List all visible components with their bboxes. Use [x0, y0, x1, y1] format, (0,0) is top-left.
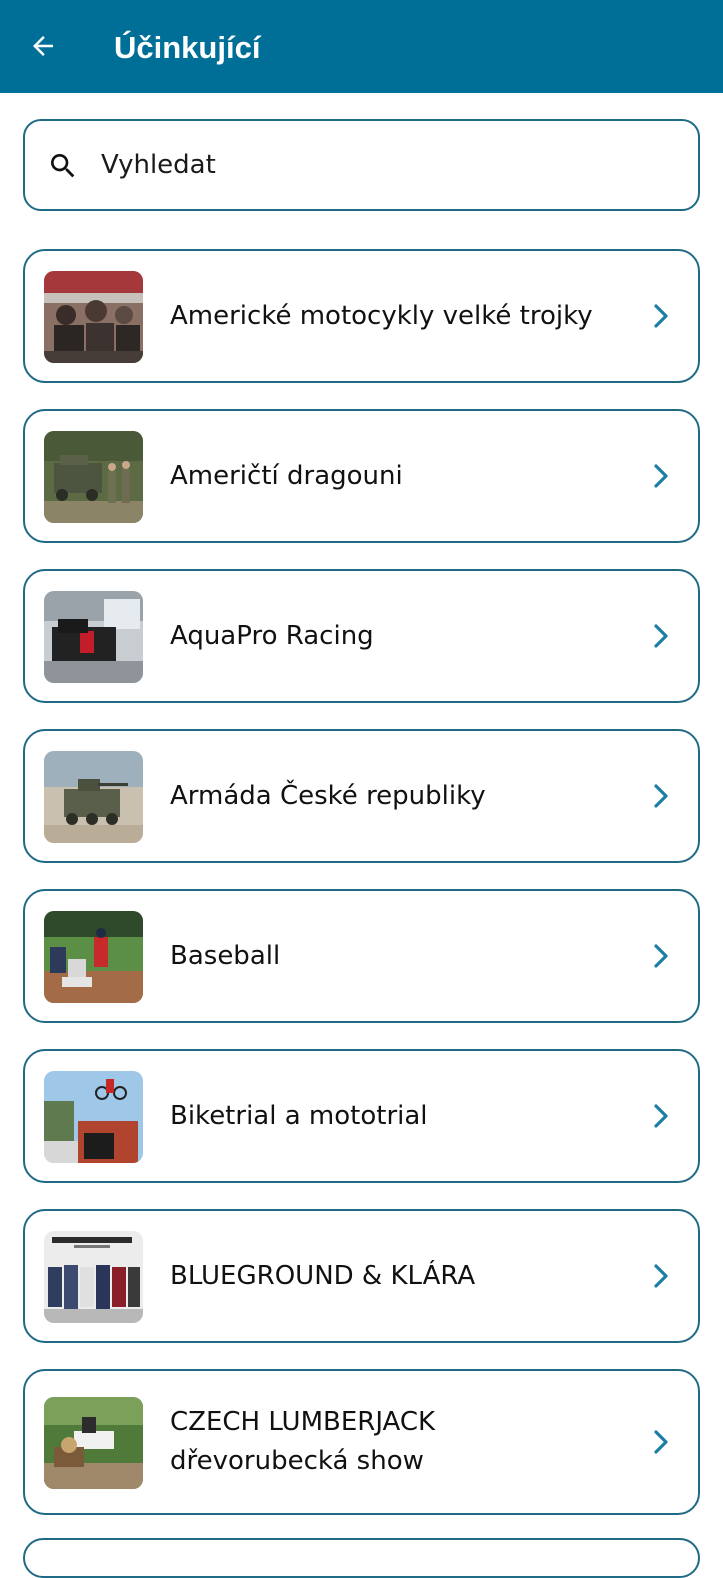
search-icon — [51, 154, 75, 178]
chevron-right-icon — [654, 624, 668, 648]
chevron-right-icon — [654, 1264, 668, 1288]
list-item-label: BLUEGROUND & KLÁRA — [170, 1260, 476, 1291]
list-item[interactable]: Armáda České republiky — [23, 729, 700, 863]
app-bar: Účinkující — [0, 0, 723, 93]
list-item-label: CZECH LUMBERJACK dřevorubecká show — [170, 1407, 436, 1476]
chevron-right-icon — [654, 1104, 668, 1128]
list-item[interactable]: Američtí dragouni — [23, 409, 700, 543]
back-button[interactable] — [24, 27, 62, 65]
chevron-right-icon — [654, 944, 668, 968]
list-item-label: Baseball — [170, 940, 281, 971]
motorcycle-riders-photo — [44, 271, 143, 363]
list-item-label: AquaPro Racing — [170, 620, 374, 651]
list-item-label: Americké motocykly velké trojky — [170, 300, 593, 331]
list-item[interactable]: BLUEGROUND & KLÁRA — [23, 1209, 700, 1343]
lumberjack-show-photo — [44, 1397, 143, 1489]
performer-list: Americké motocykly velké trojky Američtí… — [23, 249, 700, 1541]
chevron-right-icon — [654, 464, 668, 488]
baseball-players-photo — [44, 911, 143, 1003]
chevron-right-icon — [654, 304, 668, 328]
list-item[interactable]: AquaPro Racing — [23, 569, 700, 703]
list-item[interactable]: Americké motocykly velké trojky — [23, 249, 700, 383]
list-item[interactable]: Baseball — [23, 889, 700, 1023]
chevron-right-icon — [654, 784, 668, 808]
list-item[interactable]: Biketrial a mototrial — [23, 1049, 700, 1183]
band-photo — [44, 1231, 143, 1323]
search-box[interactable] — [23, 119, 700, 211]
racing-simulator-photo — [44, 591, 143, 683]
list-item-label: Američtí dragouni — [170, 460, 403, 491]
search-input[interactable] — [101, 141, 661, 189]
list-item[interactable]: CZECH LUMBERJACK dřevorubecká show — [23, 1369, 700, 1515]
page-title: Účinkující — [114, 30, 261, 65]
military-vehicle-soldiers-photo — [44, 431, 143, 523]
chevron-right-icon — [654, 1430, 668, 1454]
list-item-label: Biketrial a mototrial — [170, 1100, 428, 1131]
armored-vehicle-photo — [44, 751, 143, 843]
bike-jump-photo — [44, 1071, 143, 1163]
arrow-left-icon — [33, 36, 53, 56]
list-item-label: Armáda České republiky — [170, 780, 486, 811]
list-item[interactable] — [23, 1538, 700, 1578]
